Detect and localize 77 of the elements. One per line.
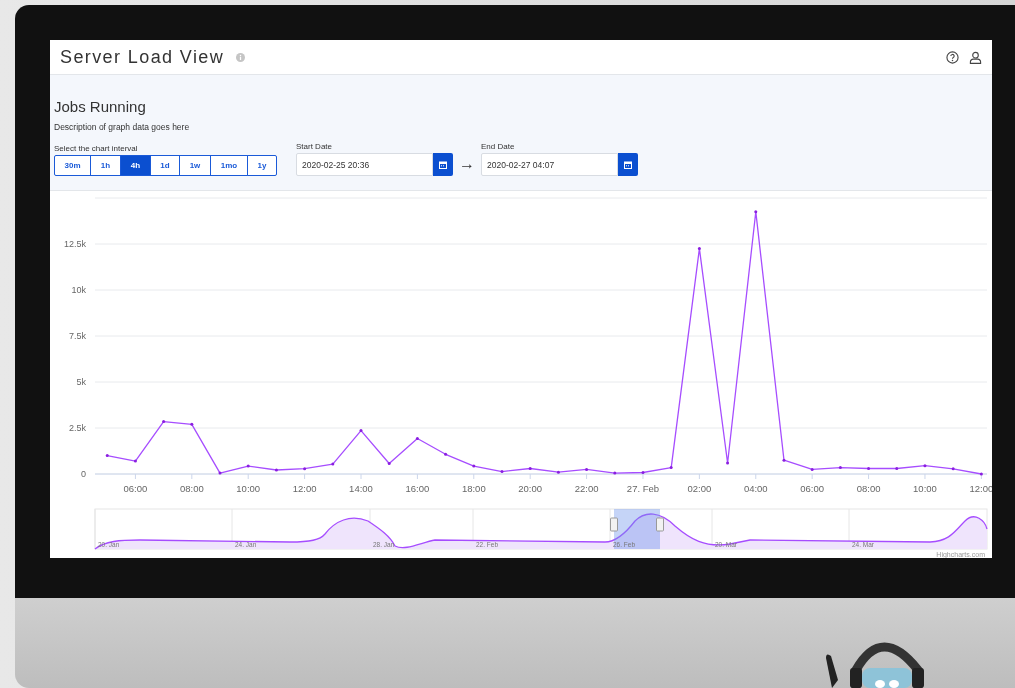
x-axis-label: 16:00 (405, 483, 430, 494)
x-axis-label: 27. Feb (626, 483, 660, 494)
interval-label: Select the chart interval (54, 144, 139, 153)
data-point (472, 464, 476, 468)
data-point (105, 454, 109, 458)
data-point (246, 464, 250, 468)
data-point (415, 437, 419, 440)
data-point (838, 466, 842, 470)
user-icon[interactable] (969, 50, 982, 64)
x-axis-label: 02:00 (687, 483, 712, 494)
data-point (218, 471, 222, 475)
section-heading: Jobs Running (54, 98, 147, 115)
data-point (387, 462, 391, 465)
x-axis-label: 06:00 (123, 483, 148, 494)
x-axis-label: 18:00 (461, 483, 486, 494)
x-axis-label: 06:00 (800, 483, 825, 494)
calendar-button[interactable] (618, 153, 638, 176)
calendar-icon (624, 160, 632, 169)
data-point (556, 470, 560, 474)
data-point (162, 420, 166, 424)
x-axis-label: 12:00 (969, 483, 992, 494)
calendar-button[interactable] (433, 153, 453, 176)
interval-button[interactable]: 1w (179, 155, 211, 176)
interval-button[interactable]: 1y (247, 155, 277, 176)
y-axis-label: 5k (76, 377, 86, 387)
y-axis-label: 7.5k (69, 331, 86, 341)
x-axis-label: 08:00 (856, 483, 881, 494)
data-point (782, 458, 786, 462)
data-point (923, 464, 927, 468)
calendar-icon (439, 160, 447, 169)
data-point (810, 467, 814, 471)
interval-button[interactable]: 30m (54, 155, 91, 176)
data-point (190, 422, 194, 426)
data-point (331, 462, 335, 466)
x-axis-label: 22:00 (574, 483, 599, 494)
data-point (303, 467, 307, 471)
y-axis-label: 12.5k (63, 239, 86, 249)
x-axis-label: 10:00 (236, 483, 261, 494)
data-point (726, 461, 730, 465)
x-axis-label: 08:00 (179, 483, 204, 494)
data-point (528, 467, 532, 470)
data-point (867, 467, 871, 470)
y-axis-label: 0 (81, 469, 86, 479)
data-point (500, 470, 504, 474)
x-axis-label: 12:00 (292, 483, 317, 494)
data-point (697, 247, 701, 251)
interval-button[interactable]: 1h (90, 155, 121, 176)
x-axis-label: 04:00 (743, 483, 768, 494)
date-label: End Date (481, 142, 516, 151)
data-point (641, 471, 645, 475)
x-axis-label: 14:00 (349, 483, 373, 494)
section-description: Description of graph data goes here (54, 122, 191, 132)
x-axis-label: 10:00 (913, 483, 937, 494)
data-point (585, 467, 589, 471)
data-point (895, 467, 899, 470)
data-point (133, 459, 137, 463)
arrow-text: → (459, 154, 475, 174)
y-axis-label: 2.5k (69, 423, 86, 433)
date-input-field[interactable]: 2020-02-27 04:07 (481, 153, 618, 176)
interval-button[interactable]: 1mo (210, 155, 248, 176)
interval-button[interactable]: 1d (150, 155, 180, 176)
data-point (754, 210, 758, 214)
data-point (274, 468, 278, 472)
data-point (444, 452, 448, 456)
data-point (613, 471, 617, 475)
data-point (669, 466, 673, 470)
help-icon[interactable] (946, 50, 959, 64)
data-point (951, 467, 955, 471)
x-axis-label: 20:00 (518, 483, 543, 494)
interval-button[interactable]: 4h (120, 155, 151, 176)
data-point (979, 472, 983, 476)
page-title: Server Load View (60, 46, 225, 68)
data-point (359, 429, 363, 433)
y-axis-label: 10k (71, 285, 86, 295)
date-label: Start Date (296, 142, 333, 151)
navigator-range-selector[interactable] (610, 509, 664, 549)
date-input-field[interactable]: 2020-02-25 20:36 (296, 153, 433, 176)
